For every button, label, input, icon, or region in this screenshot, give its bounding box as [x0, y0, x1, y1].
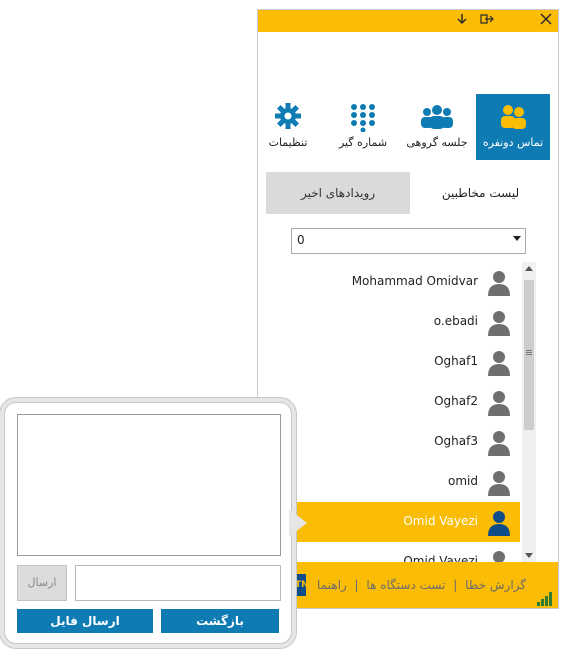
close-button[interactable] [538, 12, 554, 28]
scroll-up-icon[interactable] [525, 266, 533, 271]
footer-bar: MTN گزارش خطا | تست دستگاه ها | راهنما [258, 562, 558, 608]
user-avatar-icon [488, 431, 510, 456]
list-item[interactable]: Mohammad Omidvar [280, 262, 520, 303]
list-item[interactable]: o.ebadi [280, 302, 520, 343]
chat-popup: ارسال ارسال فایل بازگشت [4, 402, 307, 644]
arrow-down-icon [457, 14, 467, 25]
tab-contact-list[interactable]: لیست مخاطبین [410, 172, 551, 214]
nav-item-dialer[interactable]: شماره گیر [326, 94, 400, 160]
list-item[interactable]: omid [280, 462, 520, 503]
nav-item-group-meeting[interactable]: جلسه گروهی [400, 94, 474, 160]
select-value: 0 [297, 233, 305, 247]
contact-name: Omid Vayezi [403, 554, 478, 562]
gear-icon [275, 103, 301, 129]
user-avatar-icon [488, 271, 510, 296]
contact-name: o.ebadi [433, 314, 478, 328]
list-item[interactable]: Oghaf1 [280, 342, 520, 383]
contact-name: Omid Vayezi [403, 514, 478, 528]
message-input[interactable] [75, 565, 281, 601]
nav-item-settings[interactable]: تنظیمات [258, 94, 318, 160]
scroll-down-icon[interactable] [525, 553, 533, 558]
contact-filter-select[interactable]: 0 [291, 228, 526, 254]
user-avatar-icon [488, 511, 510, 536]
logout-icon [480, 14, 494, 24]
chat-history[interactable] [17, 414, 281, 556]
contact-list-scrollbar[interactable] [522, 262, 536, 562]
user-avatar-icon [488, 471, 510, 496]
nav-label-group-meeting: جلسه گروهی [406, 136, 468, 149]
contact-name: omid [448, 474, 478, 488]
nav-label-dialer: شماره گیر [338, 136, 388, 149]
nav-label-direct-call: تماس دونفره [482, 136, 544, 149]
error-report-link[interactable]: گزارش خطا [465, 578, 526, 592]
send-button[interactable]: ارسال [17, 565, 67, 601]
user-avatar-icon [493, 551, 505, 562]
list-item[interactable]: Oghaf3 [280, 422, 520, 463]
scrollbar-thumb[interactable] [524, 280, 534, 430]
user-avatar-icon [488, 391, 510, 416]
tab-bar: رویدادهای اخیر لیست مخاطبین [266, 172, 551, 214]
nav-label-settings: تنظیمات [268, 136, 308, 149]
user-avatar-icon [488, 311, 510, 336]
contact-name: Oghaf1 [434, 354, 478, 368]
send-file-button[interactable]: ارسال فایل [17, 609, 153, 633]
nav-item-direct-call[interactable]: تماس دونفره [476, 94, 550, 160]
footer-separator: | [453, 578, 458, 592]
tab-recent-events[interactable]: رویدادهای اخیر [266, 172, 410, 214]
two-users-icon [501, 105, 526, 129]
nav-bar: تماس دونفره جلسه گروهی شماره گیر تنظیمات [258, 94, 558, 160]
close-icon [540, 13, 552, 25]
footer-separator: | [354, 578, 359, 592]
popup-pointer [289, 509, 307, 537]
contact-name: Oghaf3 [434, 434, 478, 448]
grip-icon [526, 350, 532, 351]
help-link[interactable]: راهنما [317, 578, 347, 592]
footer-links: گزارش خطا | تست دستگاه ها | راهنما [317, 578, 526, 592]
list-item[interactable]: Omid Vayezi [280, 542, 520, 562]
title-bar [258, 10, 558, 32]
group-icon [421, 105, 453, 129]
list-item-selected[interactable]: Omid Vayezi [280, 502, 520, 543]
minimize-button[interactable] [454, 12, 470, 28]
device-test-link[interactable]: تست دستگاه ها [366, 578, 445, 592]
signal-strength-icon [537, 590, 555, 606]
list-item[interactable]: Oghaf2 [280, 382, 520, 423]
contact-list: Mohammad Omidvar o.ebadi Oghaf1 Oghaf2 O… [280, 262, 536, 562]
banner-area [258, 32, 558, 94]
back-button[interactable]: بازگشت [161, 609, 279, 633]
chevron-down-icon [513, 236, 521, 241]
contact-name: Oghaf2 [434, 394, 478, 408]
logout-button[interactable] [479, 12, 495, 28]
user-avatar-icon [488, 351, 510, 376]
contact-name: Mohammad Omidvar [351, 274, 478, 288]
dialpad-icon [351, 104, 375, 132]
